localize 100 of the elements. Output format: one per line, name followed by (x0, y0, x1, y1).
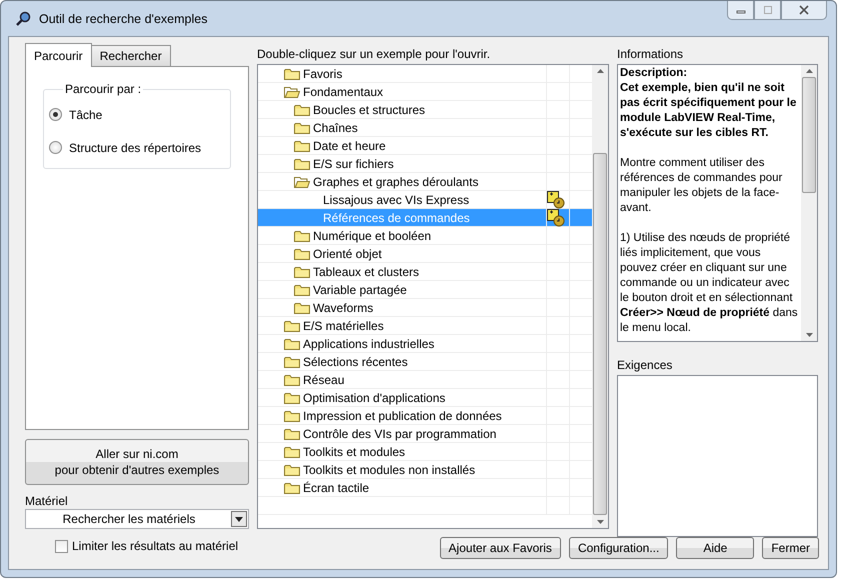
folder-icon (284, 372, 300, 386)
tree-item-label: Sélections récentes (303, 354, 408, 368)
radio-label: Tâche (69, 108, 102, 122)
folder-icon (294, 300, 310, 314)
tree-row[interactable]: Impression et publication de données (258, 407, 592, 425)
radio-button[interactable] (49, 108, 62, 121)
radio-label: Structure des répertoires (69, 140, 202, 154)
tree-row[interactable]: Graphes et graphes déroulants (258, 173, 592, 191)
scrollbar[interactable] (592, 65, 608, 528)
tree-row[interactable]: E/S sur fichiers (258, 155, 592, 173)
dialog-button[interactable]: Fermer (762, 537, 819, 559)
tree-row[interactable]: Numérique et booléen (258, 227, 592, 245)
tree-row[interactable]: Fondamentaux (258, 83, 592, 101)
tree-item-label: Contrôle des VIs par programmation (303, 426, 496, 440)
tree-item-label: Optimisation d'applications (303, 390, 446, 404)
scroll-up-icon (596, 69, 604, 73)
tree-row[interactable]: Écran tactile (258, 479, 592, 497)
tree-row[interactable]: Réseau (258, 371, 592, 389)
tree-row[interactable]: Waveforms (258, 299, 592, 317)
tree-item-label: Chaînes (313, 120, 358, 134)
hardware-dropdown[interactable]: Rechercher les matériels (25, 509, 249, 529)
tree-item-label: Variable partagée (313, 282, 407, 296)
folder-icon (294, 246, 310, 260)
folder-icon (284, 408, 300, 422)
scroll-thumb[interactable] (802, 77, 816, 193)
scrollbar[interactable] (801, 65, 817, 341)
section-label: Informations (617, 46, 684, 63)
tree-row[interactable]: Optimisation d'applications (258, 389, 592, 407)
tree-row[interactable]: E/S matérielles (258, 317, 592, 335)
instruction-label: Double-cliquez sur un exemple pour l'ouvrir. (257, 46, 492, 63)
folder-icon (294, 228, 310, 242)
folder-icon (284, 336, 300, 350)
checkbox[interactable] (55, 540, 68, 552)
tree-row[interactable]: Sélections récentes (258, 353, 592, 371)
tree-item-label: Tableaux et clusters (313, 264, 420, 278)
dialog-button[interactable]: Aide (676, 537, 754, 559)
tree-item-label: E/S matérielles (303, 318, 384, 332)
folder-icon (294, 120, 310, 134)
scroll-down-icon (806, 333, 812, 337)
folder-icon (294, 138, 310, 152)
radio-button[interactable] (49, 141, 62, 154)
folder-icon (284, 390, 300, 404)
tree-item-label: Waveforms (313, 300, 374, 314)
group-label: Parcourir par : (63, 82, 144, 96)
description-text: Description: Cet exemple, bien qu'il ne soit pas écrit spécifiquement pour le module LabVIEW Real-Time, s'exécute sur les cibles RT. (620, 66, 798, 141)
tree-row[interactable]: Tableaux et clusters (258, 263, 592, 281)
folder-icon (284, 66, 300, 80)
folder-icon (284, 480, 300, 494)
tree-row[interactable]: Orienté objet (258, 245, 592, 263)
tree-item-label: Fondamentaux (303, 84, 384, 98)
tree-row[interactable]: Applications industrielles (258, 335, 592, 353)
close-button[interactable] (781, 1, 827, 20)
section-label: Exigences (617, 357, 674, 374)
checkbox-label: Limiter les résultats au matériel (72, 539, 238, 553)
tree-item-label: E/S sur fichiers (313, 156, 394, 170)
dropdown-button[interactable] (231, 511, 247, 527)
tree-row[interactable]: Variable partagée (258, 281, 592, 299)
tree-item-label: Écran tactile (303, 480, 370, 494)
magnifier-icon (15, 10, 31, 26)
maximize-icon (762, 6, 772, 14)
tree-row[interactable]: Chaînes (258, 119, 592, 137)
folder-icon (294, 102, 310, 116)
open-folder-icon (294, 174, 310, 188)
tree-item-label: Orienté objet (313, 246, 382, 260)
tree-row[interactable]: Toolkits et modules (258, 443, 592, 461)
tree-row[interactable]: Boucles et structures (258, 101, 592, 119)
close-icon (799, 5, 809, 15)
tree-row[interactable]: Favoris (258, 65, 592, 83)
tab[interactable]: Parcourir (25, 43, 92, 67)
tree-row[interactable]: Date et heure (258, 137, 592, 155)
folder-icon (294, 264, 310, 278)
website-button[interactable]: Aller sur ni.com pour obtenir d'autres exemples (25, 439, 249, 485)
tree-item-label: Numérique et booléen (313, 228, 432, 242)
tree-item-label: Réseau (303, 372, 344, 386)
tree-row[interactable]: Toolkits et modules non installés (258, 461, 592, 479)
field-label: Matériel (25, 494, 69, 509)
tree-item-label: Graphes et graphes déroulants (313, 174, 478, 188)
tree-item-label: Date et heure (313, 138, 386, 152)
folder-icon (284, 354, 300, 368)
dialog-button[interactable]: Ajouter aux Favoris (440, 537, 561, 559)
folder-icon (284, 462, 300, 476)
tree-row[interactable]: Contrôle des VIs par programmation (258, 425, 592, 443)
folder-icon (284, 426, 300, 440)
tree-item-label: Références de commandes (323, 210, 470, 224)
vi-file-icon (547, 190, 565, 208)
scroll-thumb[interactable] (593, 153, 607, 515)
minimize-button[interactable] (727, 1, 754, 20)
tab[interactable]: Rechercher (90, 45, 171, 66)
scroll-up-icon (806, 69, 812, 73)
description-text: Montre comment utiliser des références de commandes pour manipuler les objets de la face-avant. (620, 156, 784, 216)
tree-item-label: Toolkits et modules non installés (303, 462, 476, 476)
tree-item-label: Impression et publication de données (303, 408, 502, 422)
open-folder-icon (284, 84, 300, 98)
folder-icon (294, 282, 310, 296)
folder-icon (284, 318, 300, 332)
caret-icon (235, 516, 243, 522)
dialog-button[interactable]: Configuration... (568, 537, 668, 559)
window-title: Outil de recherche d'exemples (39, 12, 208, 26)
tree-item-label: Applications industrielles (303, 336, 434, 350)
maximize-button[interactable] (754, 1, 781, 20)
